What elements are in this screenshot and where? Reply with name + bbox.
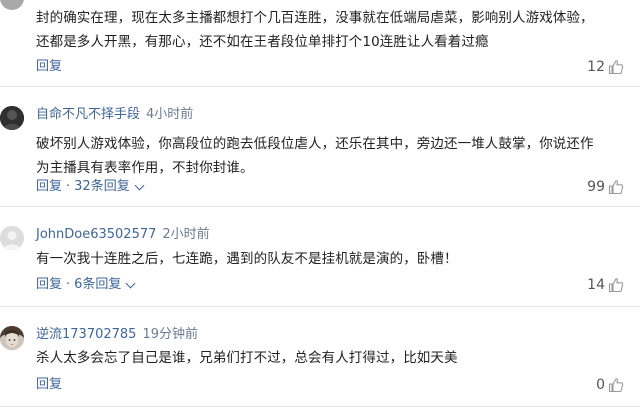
comment-time: 19分钟前	[142, 327, 198, 342]
comment-header: 自命不凡不择手段 4小时前	[36, 106, 193, 124]
divider	[0, 306, 640, 307]
reply-button[interactable]: 回复	[36, 178, 62, 196]
comment-time: 4小时前	[146, 107, 194, 122]
thumbs-up-icon	[608, 180, 624, 195]
username[interactable]: 逆流173702785	[36, 327, 136, 342]
avatar[interactable]	[0, 0, 24, 10]
comment-body: 破坏别人游戏体验，你高段位的跑去低段位虐人，还乐在其中，旁边还一堆人鼓掌，你说还…	[36, 136, 594, 176]
like-button[interactable]: 14	[587, 276, 624, 294]
comment-body: 有一次我十连胜之后，七连跪，遇到的队友不是挂机就是演的，卧槽！	[36, 251, 458, 267]
comment-header: 逆流173702785 19分钟前	[36, 326, 198, 344]
comment-actions: 回复 · 6条回复	[36, 276, 136, 294]
thumbs-up-icon	[608, 378, 624, 393]
chevron-down-icon	[134, 180, 145, 190]
reply-button[interactable]: 回复	[36, 58, 62, 76]
comment-item: 封的确实在理，现在太多主播都想打个几百连胜，没事就在低端局虐菜，影响别人游戏体验…	[0, 0, 640, 84]
avatar[interactable]	[0, 106, 24, 130]
comment-actions: 回复	[36, 58, 62, 76]
divider	[0, 206, 640, 207]
view-replies-button[interactable]: 32条回复	[74, 178, 145, 196]
like-button[interactable]: 12	[587, 58, 624, 76]
avatar[interactable]	[0, 226, 24, 250]
comment-header: JohnDoe63502577 2小时前	[36, 226, 210, 244]
like-count: 12	[587, 59, 605, 75]
comment-item: 逆流173702785 19分钟前 杀人太多会忘了自己是谁，兄弟们打不过，总会有人…	[0, 322, 640, 402]
separator-dot: ·	[66, 179, 71, 194]
thumbs-up-icon	[608, 278, 624, 293]
like-count: 0	[596, 377, 605, 393]
like-count: 99	[587, 179, 605, 195]
avatar-image	[0, 106, 24, 130]
comment-item: 自命不凡不择手段 4小时前 破坏别人游戏体验，你高段位的跑去低段位虐人，还乐在其中…	[0, 102, 640, 202]
like-button[interactable]: 99	[587, 178, 624, 196]
comment-body: 杀人太多会忘了自己是谁，兄弟们打不过，总会有人打得过，比如天美	[36, 350, 458, 366]
avatar-image	[0, 326, 24, 350]
replies-count-label: 6条回复	[74, 277, 122, 292]
like-count: 14	[587, 277, 605, 293]
divider	[0, 406, 640, 407]
comment-time: 2小时前	[162, 227, 210, 242]
username[interactable]: JohnDoe63502577	[36, 227, 156, 242]
comment-actions: 回复	[36, 376, 62, 394]
comment-actions: 回复 · 32条回复	[36, 178, 145, 196]
separator-dot: ·	[66, 277, 71, 292]
comment-body: 封的确实在理，现在太多主播都想打个几百连胜，没事就在低端局虐菜，影响别人游戏体验…	[36, 10, 594, 50]
username[interactable]: 自命不凡不择手段	[36, 107, 140, 122]
view-replies-button[interactable]: 6条回复	[74, 276, 136, 294]
reply-button[interactable]: 回复	[36, 376, 62, 394]
default-avatar-icon	[0, 226, 24, 250]
reply-button[interactable]: 回复	[36, 276, 62, 294]
replies-count-label: 32条回复	[74, 179, 130, 194]
divider	[0, 86, 640, 87]
like-button[interactable]: 0	[596, 376, 624, 394]
comment-feed: 封的确实在理，现在太多主播都想打个几百连胜，没事就在低端局虐菜，影响别人游戏体验…	[0, 0, 640, 414]
avatar[interactable]	[0, 326, 24, 350]
comment-item: JohnDoe63502577 2小时前 有一次我十连胜之后，七连跪，遇到的队友不…	[0, 222, 640, 300]
chevron-down-icon	[125, 278, 136, 288]
thumbs-up-icon	[608, 60, 624, 75]
